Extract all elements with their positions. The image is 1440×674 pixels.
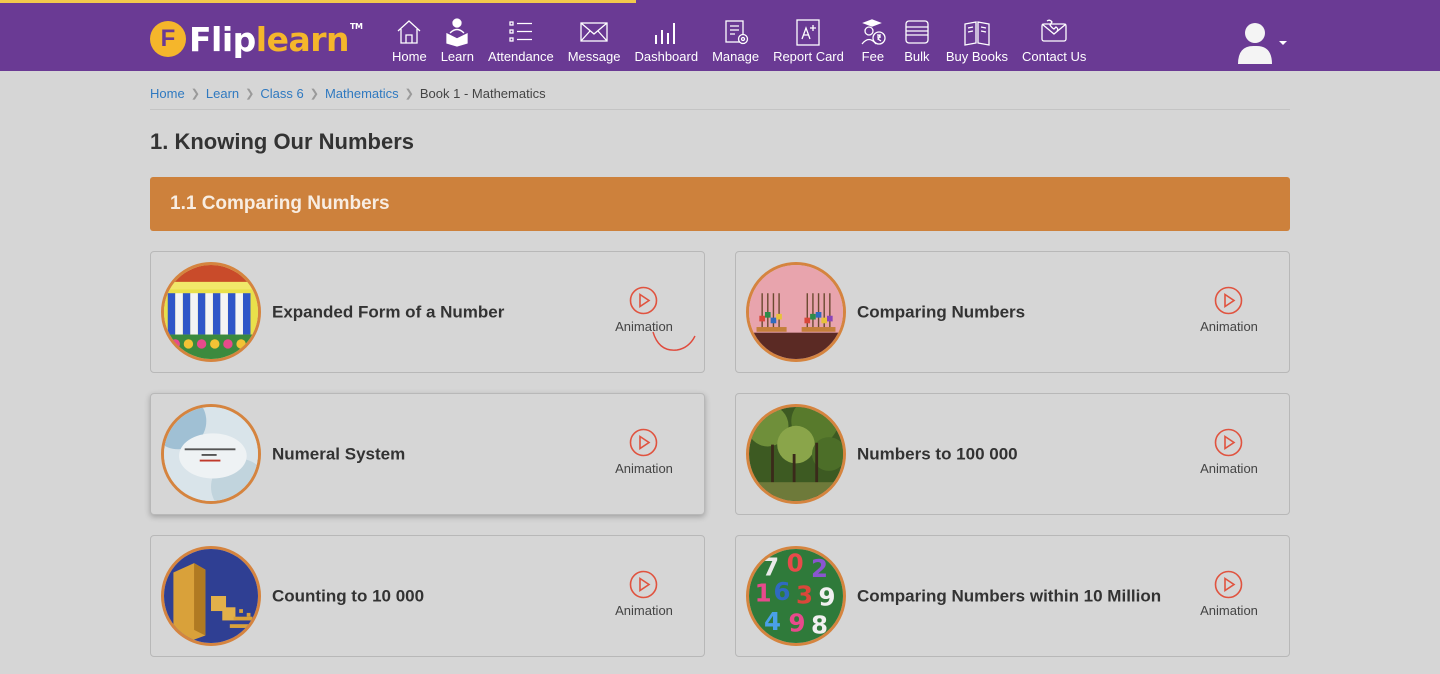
comparing-numbers-thumbnail <box>746 262 846 362</box>
content-card[interactable]: Expanded Form of a Number Animation <box>150 251 705 373</box>
content-type-label: Animation <box>1200 603 1258 618</box>
svg-text:9: 9 <box>819 582 836 611</box>
contact-us-icon <box>1041 19 1067 42</box>
breadcrumb-subject[interactable]: Mathematics <box>325 86 399 101</box>
svg-text:3: 3 <box>796 581 813 610</box>
section-header[interactable]: 1.1 Comparing Numbers <box>150 177 1290 231</box>
nav-learn[interactable]: Learn <box>434 17 481 67</box>
content-card[interactable]: Counting to 10 000 Animation <box>150 535 705 657</box>
logo-badge-icon: F <box>150 21 186 57</box>
breadcrumb-home[interactable]: Home <box>150 86 185 101</box>
play-icon[interactable] <box>1214 570 1243 599</box>
expanded-form-thumbnail <box>161 262 261 362</box>
nav-dashboard[interactable]: Dashboard <box>627 17 705 67</box>
card-title: Comparing Numbers <box>857 302 1026 322</box>
svg-text:8: 8 <box>811 611 828 640</box>
nav-attendance[interactable]: Attendance <box>481 17 561 67</box>
chevron-right-icon: ❯ <box>245 88 255 100</box>
nav-manage[interactable]: Manage <box>705 17 766 67</box>
fee-icon <box>861 19 886 45</box>
svg-text:2: 2 <box>811 554 828 583</box>
svg-text:4: 4 <box>764 607 781 636</box>
section-title: 1.1 Comparing Numbers <box>170 193 390 214</box>
attendance-icon <box>509 21 532 42</box>
content-card[interactable]: Numbers to 100 000 Animation <box>735 393 1290 515</box>
dashboard-icon <box>655 23 676 44</box>
content-type-label: Animation <box>1200 461 1258 476</box>
content-card[interactable]: Numeral System Animation <box>150 393 705 515</box>
breadcrumb-class[interactable]: Class 6 <box>260 86 303 101</box>
counting-to-10000-thumbnail <box>161 546 261 646</box>
card-title: Counting to 10 000 <box>272 586 425 606</box>
content-type-label: Animation <box>615 461 673 476</box>
svg-text:0: 0 <box>787 549 804 578</box>
chevron-right-icon: ❯ <box>404 88 414 100</box>
play-icon[interactable] <box>1214 286 1243 315</box>
breadcrumb-current: Book 1 - Mathematics <box>419 86 546 101</box>
numeral-system-thumbnail <box>161 404 261 504</box>
top-navigation-bar: F FliplearnTM Home Learn Attendance Mess… <box>0 0 1440 71</box>
chapter-title: 1. Knowing Our Numbers <box>150 129 415 154</box>
bulk-icon <box>905 20 929 44</box>
card-title: Expanded Form of a Number <box>272 302 505 322</box>
home-icon <box>397 20 421 44</box>
learn-icon <box>446 18 468 47</box>
nav-home[interactable]: Home <box>385 17 434 67</box>
content-card[interactable]: Comparing Numbers Animation <box>735 251 1290 373</box>
content-card[interactable]: 7 0 2 1 6 3 9 4 9 8 Comparing Numbers wi… <box>735 535 1290 657</box>
report-card-icon <box>796 19 821 46</box>
svg-text:9: 9 <box>788 609 805 638</box>
chevron-right-icon: ❯ <box>309 88 319 100</box>
chevron-right-icon: ❯ <box>190 88 200 100</box>
card-title: Numeral System <box>272 444 406 464</box>
main-menu: Home Learn Attendance Message Dashboard … <box>385 17 1093 67</box>
message-icon <box>580 22 608 42</box>
logo-wordmark: FliplearnTM <box>189 19 363 59</box>
numbers-to-100000-thumbnail <box>746 404 846 504</box>
nav-message[interactable]: Message <box>561 17 628 67</box>
content-type-label: Animation <box>1200 319 1258 334</box>
comparing-numbers-within-10-million-thumbnail: 7 0 2 1 6 3 9 4 9 8 <box>746 546 846 646</box>
user-avatar-icon[interactable] <box>1236 20 1274 64</box>
nav-buy-books[interactable]: Buy Books <box>939 17 1015 67</box>
nav-contact-us[interactable]: Contact Us <box>1015 17 1093 67</box>
nav-bulk[interactable]: Bulk <box>895 17 939 67</box>
play-icon[interactable] <box>1214 428 1243 457</box>
nav-report-card[interactable]: Report Card <box>766 17 851 67</box>
chevron-down-icon[interactable] <box>1279 41 1287 45</box>
play-icon[interactable] <box>629 428 658 457</box>
manage-icon <box>724 20 748 45</box>
content-type-label: Animation <box>615 603 673 618</box>
loading-spinner-icon <box>652 331 696 351</box>
svg-text:1: 1 <box>755 579 772 608</box>
nav-fee[interactable]: Fee <box>851 17 895 67</box>
card-title: Comparing Numbers within 10 Million <box>857 586 1162 606</box>
breadcrumb: Home ❯ Learn ❯ Class 6 ❯ Mathematics ❯ B… <box>150 84 1290 110</box>
svg-text:6: 6 <box>773 577 790 606</box>
fliplearn-logo[interactable]: F FliplearnTM <box>150 19 363 59</box>
breadcrumb-learn[interactable]: Learn <box>206 86 239 101</box>
play-icon[interactable] <box>629 570 658 599</box>
card-title: Numbers to 100 000 <box>857 444 1018 464</box>
buy-books-icon <box>964 21 990 46</box>
page-loading-bar <box>0 0 636 3</box>
play-icon[interactable] <box>629 286 658 315</box>
